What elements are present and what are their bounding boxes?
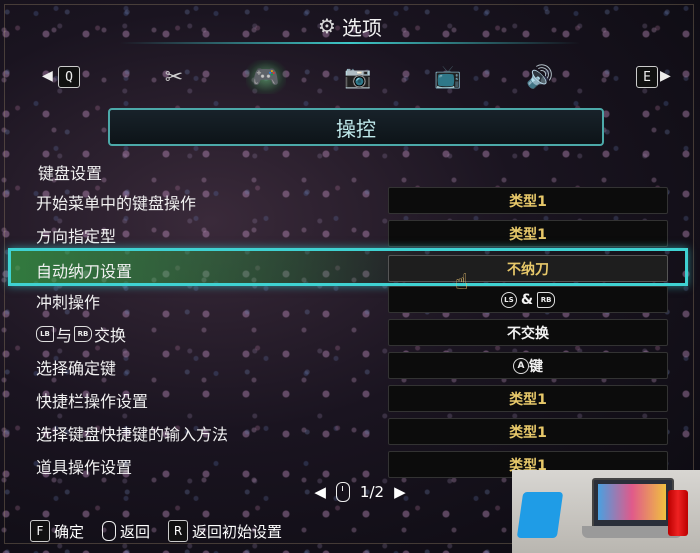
arrow-right-icon: ▶ <box>660 68 671 84</box>
tools-icon: ✂ <box>164 64 184 90</box>
pager-text: 1/2 <box>360 483 384 501</box>
tab-controls[interactable]: 🎮 <box>246 60 286 94</box>
setting-label: 自动纳刀设置 <box>36 262 133 281</box>
setting-value[interactable]: 类型1 <box>388 385 668 412</box>
page-title: 选项 <box>341 15 382 40</box>
confirm-label: 确定 <box>54 522 85 541</box>
title-divider <box>120 42 580 44</box>
back-label: 返回 <box>120 522 151 541</box>
tv-icon: 📺 <box>434 64 462 90</box>
speaker-icon: 🔊 <box>526 64 554 90</box>
and-symbol: & <box>520 291 534 308</box>
hand-cursor-icon: ☝ <box>455 270 469 295</box>
rb-button-icon: RB <box>537 291 556 308</box>
setting-row[interactable]: 选择键盘快捷键的输入方法 类型1 <box>8 416 688 447</box>
setting-row[interactable]: 开始菜单中的键盘操作 类型1 <box>8 185 688 216</box>
confirm-hint[interactable]: F 确定 <box>30 520 84 542</box>
value-text: 键 <box>529 358 543 375</box>
pager-prev-icon[interactable]: ◀ <box>314 483 326 501</box>
tab-sound[interactable]: 🔊 <box>520 60 560 94</box>
setting-row[interactable]: LB 与 RB 交换 不交换 <box>8 317 688 348</box>
reset-label: 返回初始设置 <box>192 522 283 541</box>
setting-value[interactable]: A 键 <box>388 352 668 379</box>
setting-label: 开始菜单中的键盘操作 <box>36 194 197 213</box>
pager-next-icon[interactable]: ▶ <box>394 483 406 501</box>
setting-label: 方向指定型 <box>36 227 117 246</box>
gear-icon: ⚙ <box>318 14 336 38</box>
setting-value[interactable]: LS & RB <box>388 286 668 313</box>
pager: ◀ 1/2 ▶ <box>290 480 430 504</box>
setting-label: 道具操作设置 <box>36 458 133 477</box>
footer-hints: F 确定 返回 R 返回初始设置 <box>30 520 292 542</box>
prev-tab-key[interactable]: Q <box>58 66 80 88</box>
f-key-icon: F <box>30 520 50 542</box>
section-title: 操控 <box>108 108 604 146</box>
setting-row[interactable]: 冲刺操作 LS & RB <box>8 284 688 315</box>
laptop-image <box>592 478 674 530</box>
tab-tools[interactable]: ✂ <box>154 60 194 94</box>
mouse-wheel-icon <box>335 482 350 502</box>
camera-icon: 📷 <box>344 64 372 90</box>
setting-row[interactable]: 快捷栏操作设置 类型1 <box>8 383 688 414</box>
a-button-icon: A <box>513 357 529 374</box>
label-joiner: 与 <box>56 326 73 345</box>
arrow-left-icon: ◀ <box>42 68 53 84</box>
watermark-image <box>512 470 700 553</box>
label-text: 交换 <box>94 326 127 345</box>
reset-hint[interactable]: R 返回初始设置 <box>168 520 282 542</box>
rb-button-icon: RB <box>74 326 93 342</box>
title-bar: ⚙ 选项 <box>0 8 700 44</box>
setting-value[interactable]: 类型1 <box>388 418 668 445</box>
gamepad-icon: 🎮 <box>252 64 280 90</box>
next-tab-key[interactable]: E <box>636 66 658 88</box>
r-key-icon: R <box>168 520 189 542</box>
mouse-icon <box>102 521 117 541</box>
page-total: 2 <box>374 483 385 501</box>
setting-value[interactable]: 类型1 <box>388 220 668 247</box>
laptop-base <box>582 526 682 538</box>
setting-row-selected[interactable]: 自动纳刀设置 不纳刀 <box>8 248 688 286</box>
tab-display[interactable]: 📺 <box>428 60 468 94</box>
group-label: 键盘设置 <box>38 164 103 183</box>
setting-value[interactable]: 不交换 <box>388 319 668 346</box>
ls-button-icon: LS <box>500 291 517 308</box>
setting-label: 快捷栏操作设置 <box>36 392 149 411</box>
soda-can-image <box>668 490 688 536</box>
setting-label: LB 与 RB 交换 <box>36 322 126 346</box>
setting-label: 冲刺操作 <box>36 293 101 312</box>
setting-value[interactable]: 类型1 <box>388 187 668 214</box>
tab-camera[interactable]: 📷 <box>338 60 378 94</box>
lb-button-icon: LB <box>36 326 54 342</box>
setting-row[interactable]: 选择确定键 A 键 <box>8 350 688 381</box>
tab-bar: ◀ Q ✂ 🎮 📷 📺 🔊 E ▶ <box>0 58 700 98</box>
setting-label: 选择确定键 <box>36 359 117 378</box>
back-hint[interactable]: 返回 <box>102 521 150 542</box>
setting-value[interactable]: 不纳刀 <box>388 255 668 282</box>
setting-label: 选择键盘快捷键的输入方法 <box>36 425 229 444</box>
setting-row[interactable]: 方向指定型 类型1 <box>8 218 688 249</box>
watermark-logo <box>516 492 564 538</box>
